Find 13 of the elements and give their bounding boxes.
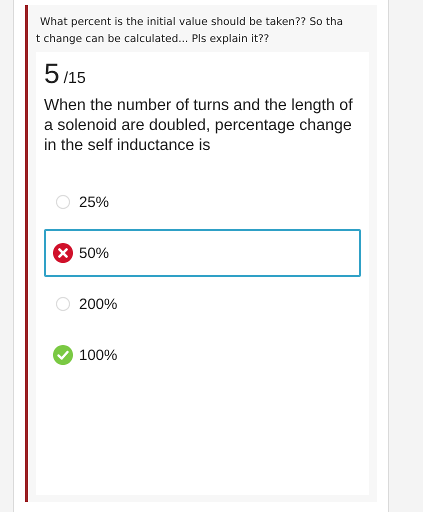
question-text: When the number of turns and the length of a solenoid are doubled, percentage change in the self inductance is	[44, 96, 354, 156]
comment-text: What percent is the initial value should be taken?? So tha	[39, 15, 344, 30]
score-points: 5	[44, 58, 60, 90]
answer-option[interactable]: 25%	[44, 178, 361, 226]
score-total: /15	[64, 70, 86, 88]
answer-option[interactable]: 100%	[44, 331, 361, 379]
answer-option[interactable]: 200%	[44, 280, 361, 328]
radio-icon	[53, 192, 73, 212]
cross-icon	[53, 243, 73, 263]
comment-text: t change can be calculated... Pls explain it??	[36, 32, 270, 47]
check-icon	[53, 345, 73, 365]
radio-icon	[53, 294, 73, 314]
answer-option[interactable]: 50%	[44, 229, 361, 277]
